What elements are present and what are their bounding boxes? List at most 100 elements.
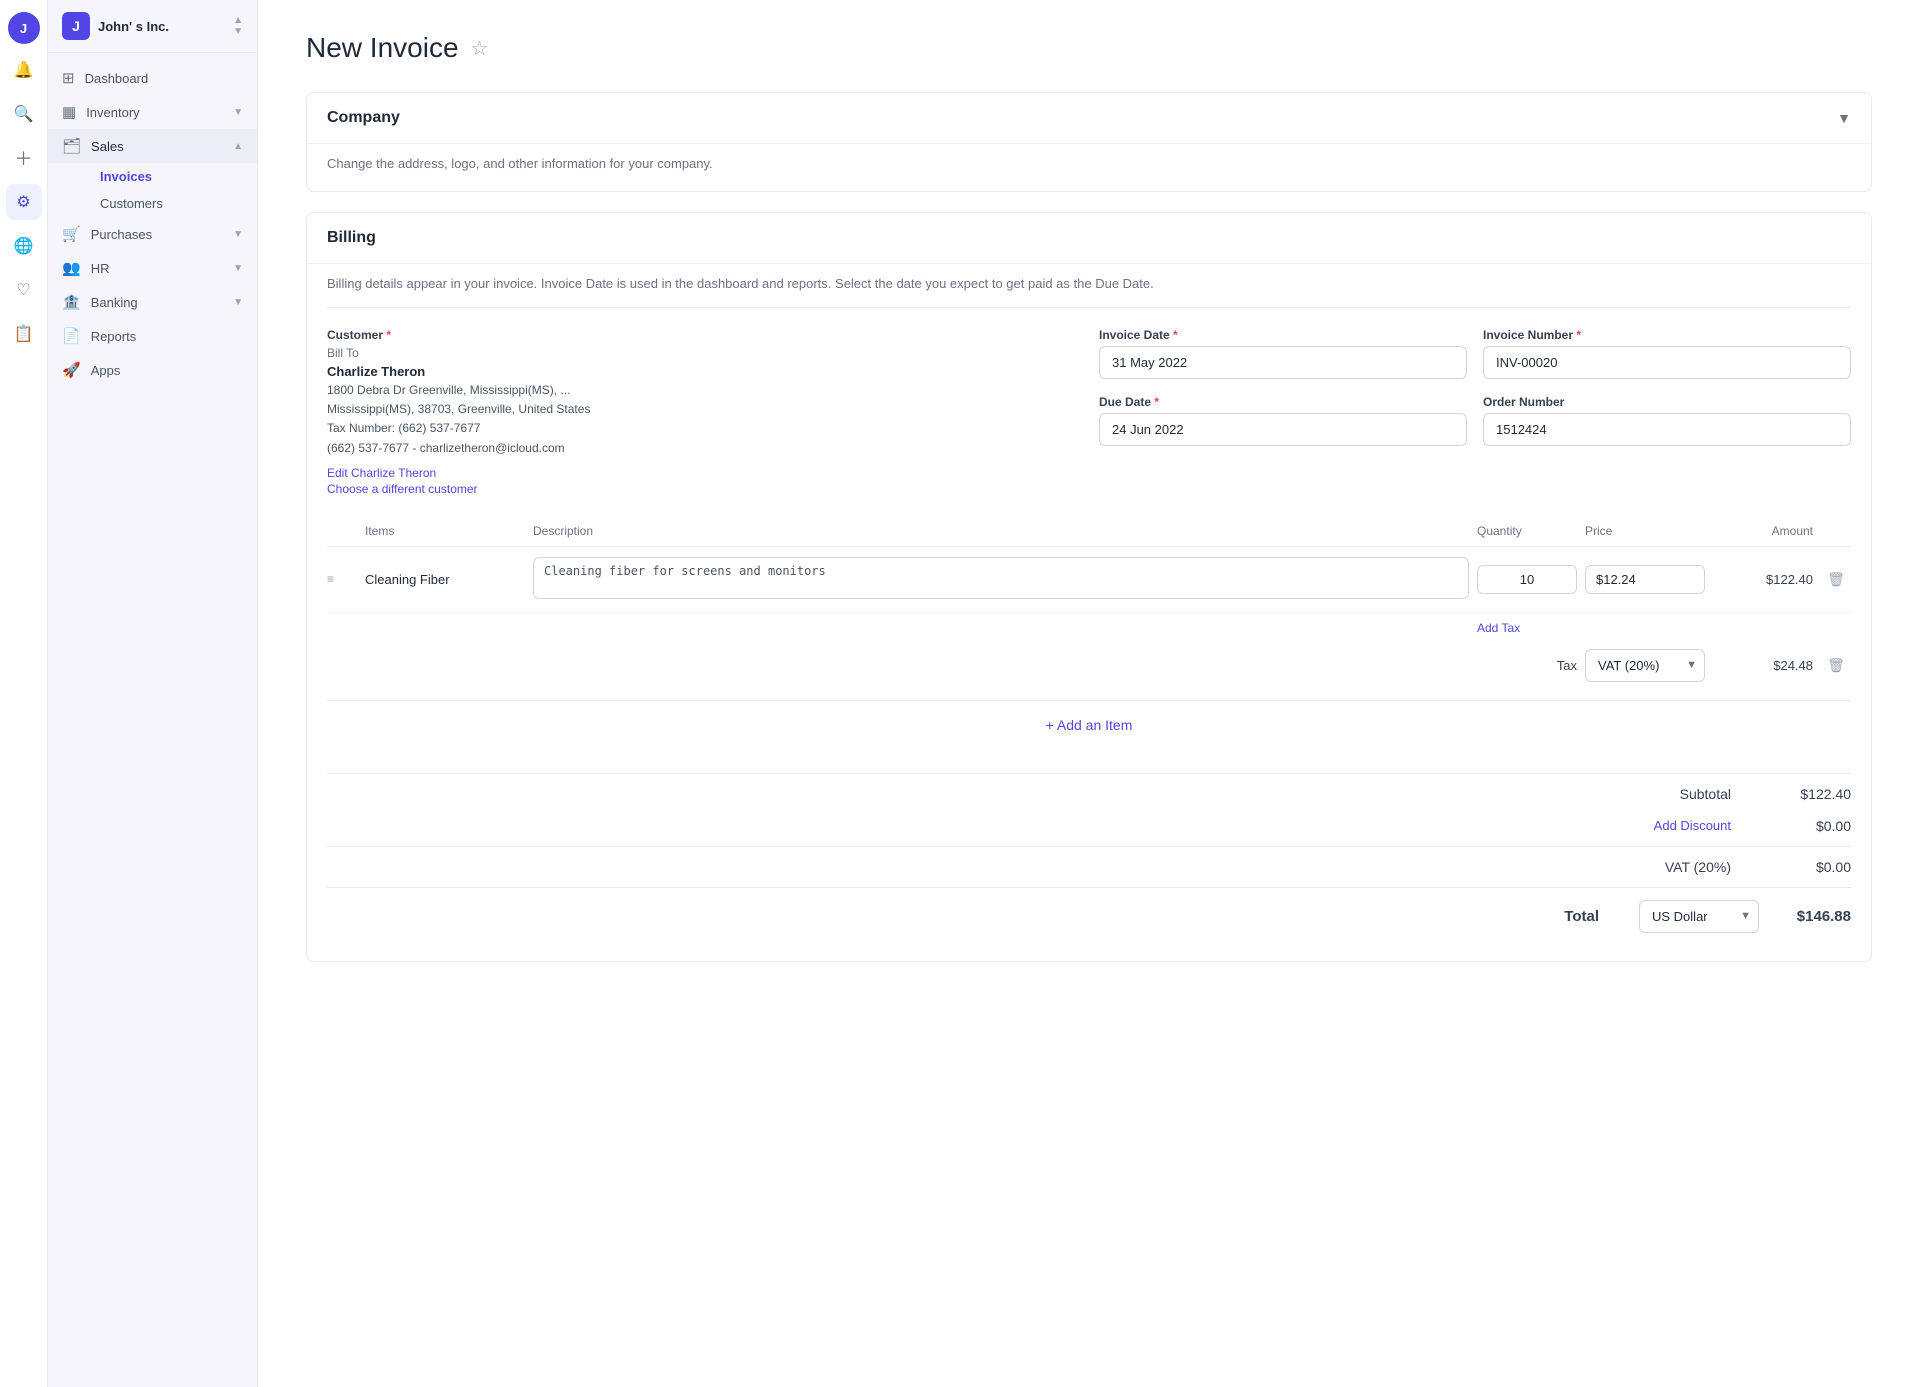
sidebar-item-purchases[interactable]: 🛒 Purchases ▼ (48, 217, 257, 251)
sales-icon: 🗂 (62, 137, 81, 155)
company-section-subtitle: Change the address, logo, and other info… (327, 144, 1851, 171)
main-content: New Invoice ☆ Company ▼ Change the addre… (258, 0, 1920, 1387)
sales-subnav: Invoices Customers (48, 163, 257, 217)
billing-section-header: Billing (307, 213, 1871, 263)
col-price: Price (1585, 524, 1705, 538)
item-amount: $122.40 (1713, 572, 1813, 587)
add-item-row: + Add an Item (327, 700, 1851, 749)
dashboard-icon: ⊞ (62, 69, 75, 87)
item-price-cell (1585, 565, 1705, 594)
sidebar-item-reports[interactable]: 📄 Reports (48, 319, 257, 353)
tax-select-wrapper: VAT (20%) VAT (10%) No Tax ▼ (1585, 649, 1705, 682)
delete-tax-icon[interactable]: 🗑 (1821, 657, 1851, 674)
sidebar-item-banking[interactable]: 🏦 Banking ▼ (48, 285, 257, 319)
due-date-input[interactable] (1099, 413, 1467, 446)
due-order-row: Due Date * Order Number (1099, 395, 1851, 446)
drag-handle-icon[interactable]: ≡ (327, 572, 357, 586)
billing-section-subtitle: Billing details appear in your invoice. … (327, 264, 1851, 291)
currency-selector-wrapper: US Dollar Euro GBP ▼ (1639, 900, 1759, 933)
col-description: Description (533, 524, 1469, 538)
chevron-down-icon: ▼ (233, 297, 243, 308)
icon-rail: J 🔔 🔍 ＋ ⚙ 🌐 ♡ 📋 (0, 0, 48, 1387)
table-row: ≡ Cleaning Fiber Cleaning fiber for scre… (327, 547, 1851, 613)
total-label: Total (1479, 908, 1599, 925)
total-value: $146.88 (1771, 908, 1851, 925)
vat-value: $0.00 (1771, 859, 1851, 875)
order-number-input[interactable] (1483, 413, 1851, 446)
invoice-date-field: Invoice Date * (1099, 328, 1467, 379)
invoice-date-input[interactable] (1099, 346, 1467, 379)
customer-block: Customer * Bill To Charlize Theron 1800 … (327, 328, 1079, 496)
order-number-field: Order Number (1483, 395, 1851, 446)
sidebar-header: J John' s Inc. ▲▼ (48, 0, 257, 53)
search-icon[interactable]: 🔍 (6, 96, 42, 132)
item-name: Cleaning Fiber (365, 572, 525, 587)
apps-icon: 🚀 (62, 361, 81, 379)
item-price-input[interactable] (1585, 565, 1705, 594)
currency-select[interactable]: US Dollar Euro GBP (1639, 900, 1759, 933)
invoice-date-label: Invoice Date * (1099, 328, 1467, 342)
item-quantity-input[interactable] (1477, 565, 1577, 594)
sidebar-item-inventory[interactable]: ▦ Inventory ▼ (48, 95, 257, 129)
delete-item-icon[interactable]: 🗑 (1821, 571, 1851, 588)
add-tax-link[interactable]: Add Tax (1477, 621, 1577, 635)
company-logo: J (62, 12, 90, 40)
avatar[interactable]: J (8, 12, 40, 44)
items-table-header: Items Description Quantity Price Amount (327, 516, 1851, 547)
subtotal-label: Subtotal (1611, 786, 1731, 802)
invoice-number-label: Invoice Number * (1483, 328, 1851, 342)
vat-row: VAT (20%) $0.00 (327, 851, 1851, 883)
item-description-input[interactable]: Cleaning fiber for screens and monitors (533, 557, 1469, 599)
col-quantity: Quantity (1477, 524, 1577, 538)
sidebar-item-label: Reports (91, 329, 137, 344)
order-number-label: Order Number (1483, 395, 1851, 409)
add-item-button[interactable]: + Add an Item (1046, 717, 1133, 733)
discount-row: Add Discount $0.00 (327, 810, 1851, 842)
company-section-header[interactable]: Company ▼ (307, 93, 1871, 143)
sidebar-item-label: Banking (91, 295, 138, 310)
sidebar-item-label: Sales (91, 139, 124, 154)
sidebar-item-hr[interactable]: 👥 HR ▼ (48, 251, 257, 285)
change-customer-link[interactable]: Choose a different customer (327, 482, 1079, 496)
bell-icon[interactable]: 🔔 (6, 52, 42, 88)
due-date-field: Due Date * (1099, 395, 1467, 446)
company-selector[interactable]: J John' s Inc. (62, 12, 169, 40)
tax-select[interactable]: VAT (20%) VAT (10%) No Tax (1585, 649, 1705, 682)
add-discount-link[interactable]: Add Discount (1654, 818, 1731, 833)
sidebar-item-label: HR (91, 261, 110, 276)
company-section-title: Company (327, 109, 400, 127)
globe-icon[interactable]: 🌐 (6, 228, 42, 264)
reports-icon: 📄 (62, 327, 81, 345)
sidebar-item-customers[interactable]: Customers (86, 190, 257, 217)
sidebar-item-apps[interactable]: 🚀 Apps (48, 353, 257, 387)
invoice-number-input[interactable] (1483, 346, 1851, 379)
discount-value: $0.00 (1771, 818, 1851, 834)
hr-icon: 👥 (62, 259, 81, 277)
sidebar-item-label: Purchases (91, 227, 152, 242)
subtotal-row: Subtotal $122.40 (327, 778, 1851, 810)
billing-section-body: Billing details appear in your invoice. … (307, 263, 1871, 961)
file-icon[interactable]: 📋 (6, 316, 42, 352)
chevron-down-icon: ▼ (233, 107, 243, 118)
billing-section: Billing Billing details appear in your i… (306, 212, 1872, 962)
items-table: Items Description Quantity Price Amount … (327, 516, 1851, 692)
sidebar-item-sales[interactable]: 🗂 Sales ▲ (48, 129, 257, 163)
sidebar-item-dashboard[interactable]: ⊞ Dashboard (48, 61, 257, 95)
company-switcher-arrows[interactable]: ▲▼ (233, 15, 243, 37)
favorite-star-icon[interactable]: ☆ (471, 36, 489, 61)
billing-grid: Customer * Bill To Charlize Theron 1800 … (327, 328, 1851, 496)
plus-icon[interactable]: ＋ (6, 140, 42, 176)
customer-field-label: Customer * (327, 328, 1079, 342)
tax-row: Tax VAT (20%) VAT (10%) No Tax ▼ $24.48 … (327, 639, 1851, 692)
chevron-down-icon: ▼ (233, 263, 243, 274)
banking-icon: 🏦 (62, 293, 81, 311)
heart-icon[interactable]: ♡ (6, 272, 42, 308)
company-section: Company ▼ Change the address, logo, and … (306, 92, 1872, 192)
edit-customer-link[interactable]: Edit Charlize Theron (327, 466, 1079, 480)
gear-icon[interactable]: ⚙ (6, 184, 42, 220)
vat-label: VAT (20%) (1611, 859, 1731, 875)
tax-amount: $24.48 (1713, 658, 1813, 673)
company-section-chevron: ▼ (1837, 110, 1851, 126)
sidebar-item-invoices[interactable]: Invoices (86, 163, 257, 190)
bill-to-label: Bill To (327, 346, 1079, 360)
